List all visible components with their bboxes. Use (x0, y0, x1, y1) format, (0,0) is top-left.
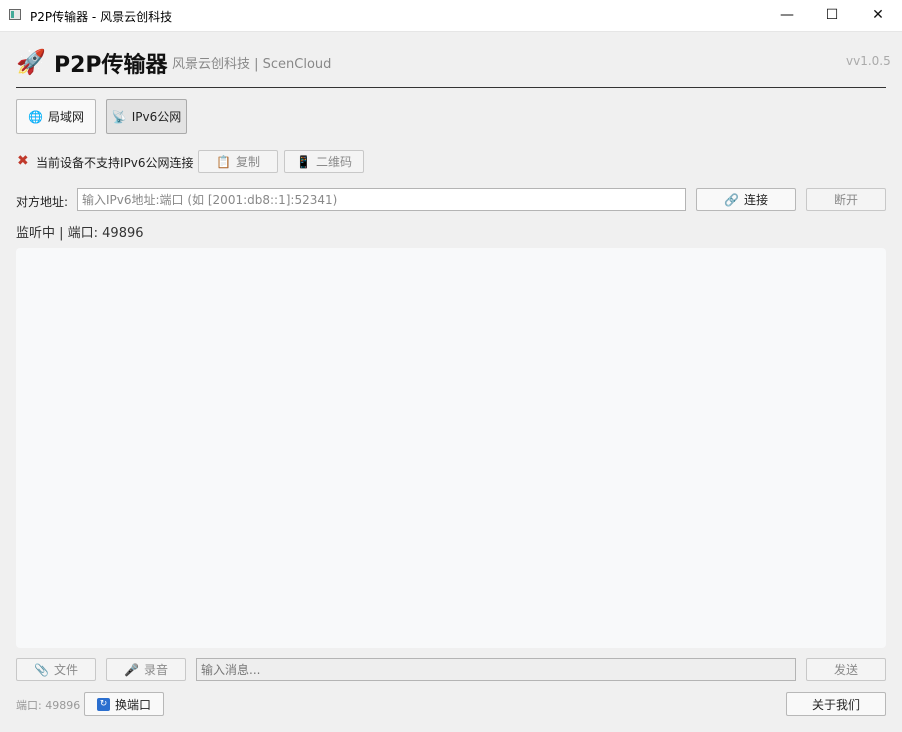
satellite-icon: 📡 (111, 109, 127, 124)
app-window: P2P传输器 - 风景云创科技 — ☐ ✕ 🚀 P2P传输器 风景云创科技 | … (0, 0, 902, 732)
header-divider (16, 87, 886, 88)
tab-lan-label: 局域网 (47, 110, 84, 124)
file-button-label: 文件 (53, 663, 78, 677)
app-title: P2P传输器 (54, 53, 168, 78)
maximize-button[interactable]: ☐ (809, 0, 855, 31)
app-version: vv1.0.5 (846, 54, 891, 68)
phone-icon: 📱 (296, 154, 311, 169)
peer-address-input[interactable] (77, 188, 686, 211)
microphone-icon: 🎤 (124, 662, 139, 677)
minimize-button[interactable]: — (764, 0, 810, 31)
tab-ipv6[interactable]: 📡 IPv6公网 (106, 99, 187, 134)
send-button-label: 发送 (833, 663, 858, 677)
qrcode-button-label: 二维码 (315, 155, 352, 169)
message-input[interactable] (196, 658, 796, 681)
cross-icon: ✖ (17, 153, 29, 169)
change-port-button-label: 换端口 (114, 697, 151, 712)
copy-button[interactable]: 📋 复制 (198, 150, 278, 173)
connect-button-label: 连接 (743, 193, 768, 207)
peer-address-label: 对方地址: (16, 195, 69, 209)
disconnect-button-label: 断开 (833, 193, 858, 207)
refresh-icon: ↻ (96, 697, 110, 711)
disconnect-button[interactable]: 断开 (806, 188, 886, 211)
window-title: P2P传输器 - 风景云创科技 (30, 10, 173, 24)
clipboard-icon: 📋 (216, 154, 231, 169)
tab-ipv6-label: IPv6公网 (131, 110, 182, 124)
ipv6-status-text: 当前设备不支持IPv6公网连接 (36, 156, 194, 170)
qrcode-button[interactable]: 📱 二维码 (284, 150, 364, 173)
title-bar[interactable]: P2P传输器 - 风景云创科技 — ☐ ✕ (0, 0, 902, 32)
file-button[interactable]: 📎 文件 (16, 658, 96, 681)
link-icon: 🔗 (724, 192, 739, 207)
paperclip-icon: 📎 (34, 662, 49, 677)
rocket-icon: 🚀 (16, 48, 46, 76)
chat-message-area[interactable] (16, 248, 886, 648)
change-port-button[interactable]: ↻ 换端口 (84, 692, 164, 716)
app-subtitle: 风景云创科技 | ScenCloud (172, 57, 332, 72)
about-button-label: 关于我们 (811, 697, 860, 712)
footer-port-text: 端口: 49896 (16, 699, 81, 712)
globe-icon: 🌐 (28, 109, 43, 124)
app-window-icon (9, 9, 21, 20)
record-button[interactable]: 🎤 录音 (106, 658, 186, 681)
tab-lan[interactable]: 🌐 局域网 (16, 99, 96, 134)
listen-status: 监听中 | 端口: 49896 (16, 226, 144, 241)
record-button-label: 录音 (143, 663, 168, 677)
send-button[interactable]: 发送 (806, 658, 886, 681)
copy-button-label: 复制 (235, 155, 260, 169)
close-button[interactable]: ✕ (855, 0, 901, 31)
connect-button[interactable]: 🔗 连接 (696, 188, 796, 211)
about-button[interactable]: 关于我们 (786, 692, 886, 716)
